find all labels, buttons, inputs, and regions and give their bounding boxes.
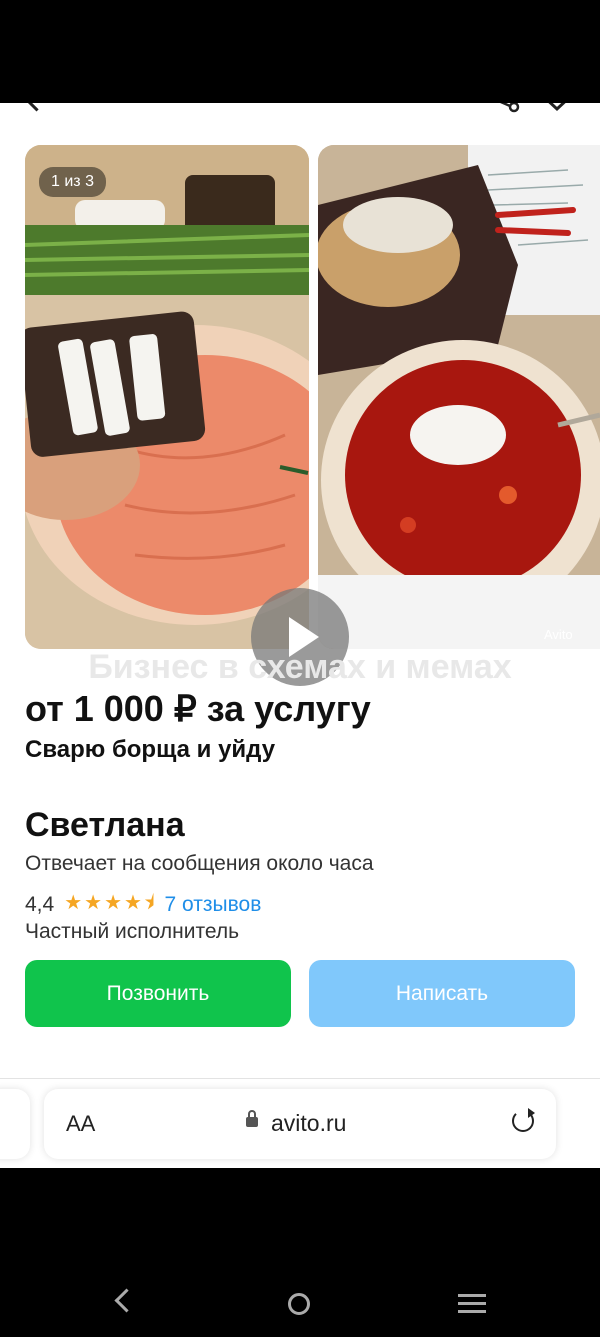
reviews-link[interactable]: 7 отзывов — [165, 893, 262, 917]
avito-listing-screen: 1 из 3 Avito Бизнес в схемах и мемах от … — [0, 103, 600, 1168]
android-back-icon[interactable] — [114, 1288, 139, 1313]
url-text[interactable]: avito.ru — [271, 1110, 346, 1137]
lock-icon — [246, 1110, 258, 1127]
share-icon[interactable] — [490, 103, 520, 117]
browser-tab-edge[interactable] — [0, 1089, 30, 1159]
seller-rating-row: 4,4 ★★★★⯨ 7 отзывов — [25, 888, 261, 922]
listing-photo-2[interactable]: Avito — [318, 145, 600, 649]
listing-price: от 1 000 ₽ за услугу — [25, 688, 371, 729]
cabbage-soup-photo — [25, 145, 309, 649]
rating-stars-icon: ★★★★⯨ — [64, 892, 157, 914]
seller-type: Частный исполнитель — [25, 920, 240, 943]
back-icon[interactable] — [24, 103, 49, 112]
seller-name[interactable]: Светлана — [25, 806, 185, 845]
browser-address-bar[interactable]: AA avito.ru — [44, 1089, 556, 1159]
divider — [0, 1078, 600, 1079]
listing-title: Сварю борща и уйду — [25, 736, 276, 763]
call-button[interactable]: Позвонить — [25, 960, 291, 1027]
borscht-photo: Avito — [318, 145, 600, 649]
top-bar — [0, 103, 600, 123]
android-recents-icon[interactable] — [458, 1294, 486, 1314]
photo-counter: 1 из 3 — [39, 167, 106, 197]
write-button[interactable]: Написать — [309, 960, 575, 1027]
avito-watermark: Avito — [544, 627, 573, 642]
text-size-button[interactable]: AA — [66, 1111, 95, 1137]
channel-watermark: Бизнес в схемах и мемах — [88, 648, 512, 686]
seller-response-time: Отвечает на сообщения около часа — [25, 852, 374, 875]
rating-value: 4,4 — [25, 893, 55, 916]
favorite-icon[interactable] — [540, 103, 574, 117]
reload-icon[interactable] — [512, 1108, 535, 1132]
android-home-icon[interactable] — [288, 1293, 310, 1315]
listing-photo-1[interactable]: 1 из 3 — [25, 145, 309, 649]
